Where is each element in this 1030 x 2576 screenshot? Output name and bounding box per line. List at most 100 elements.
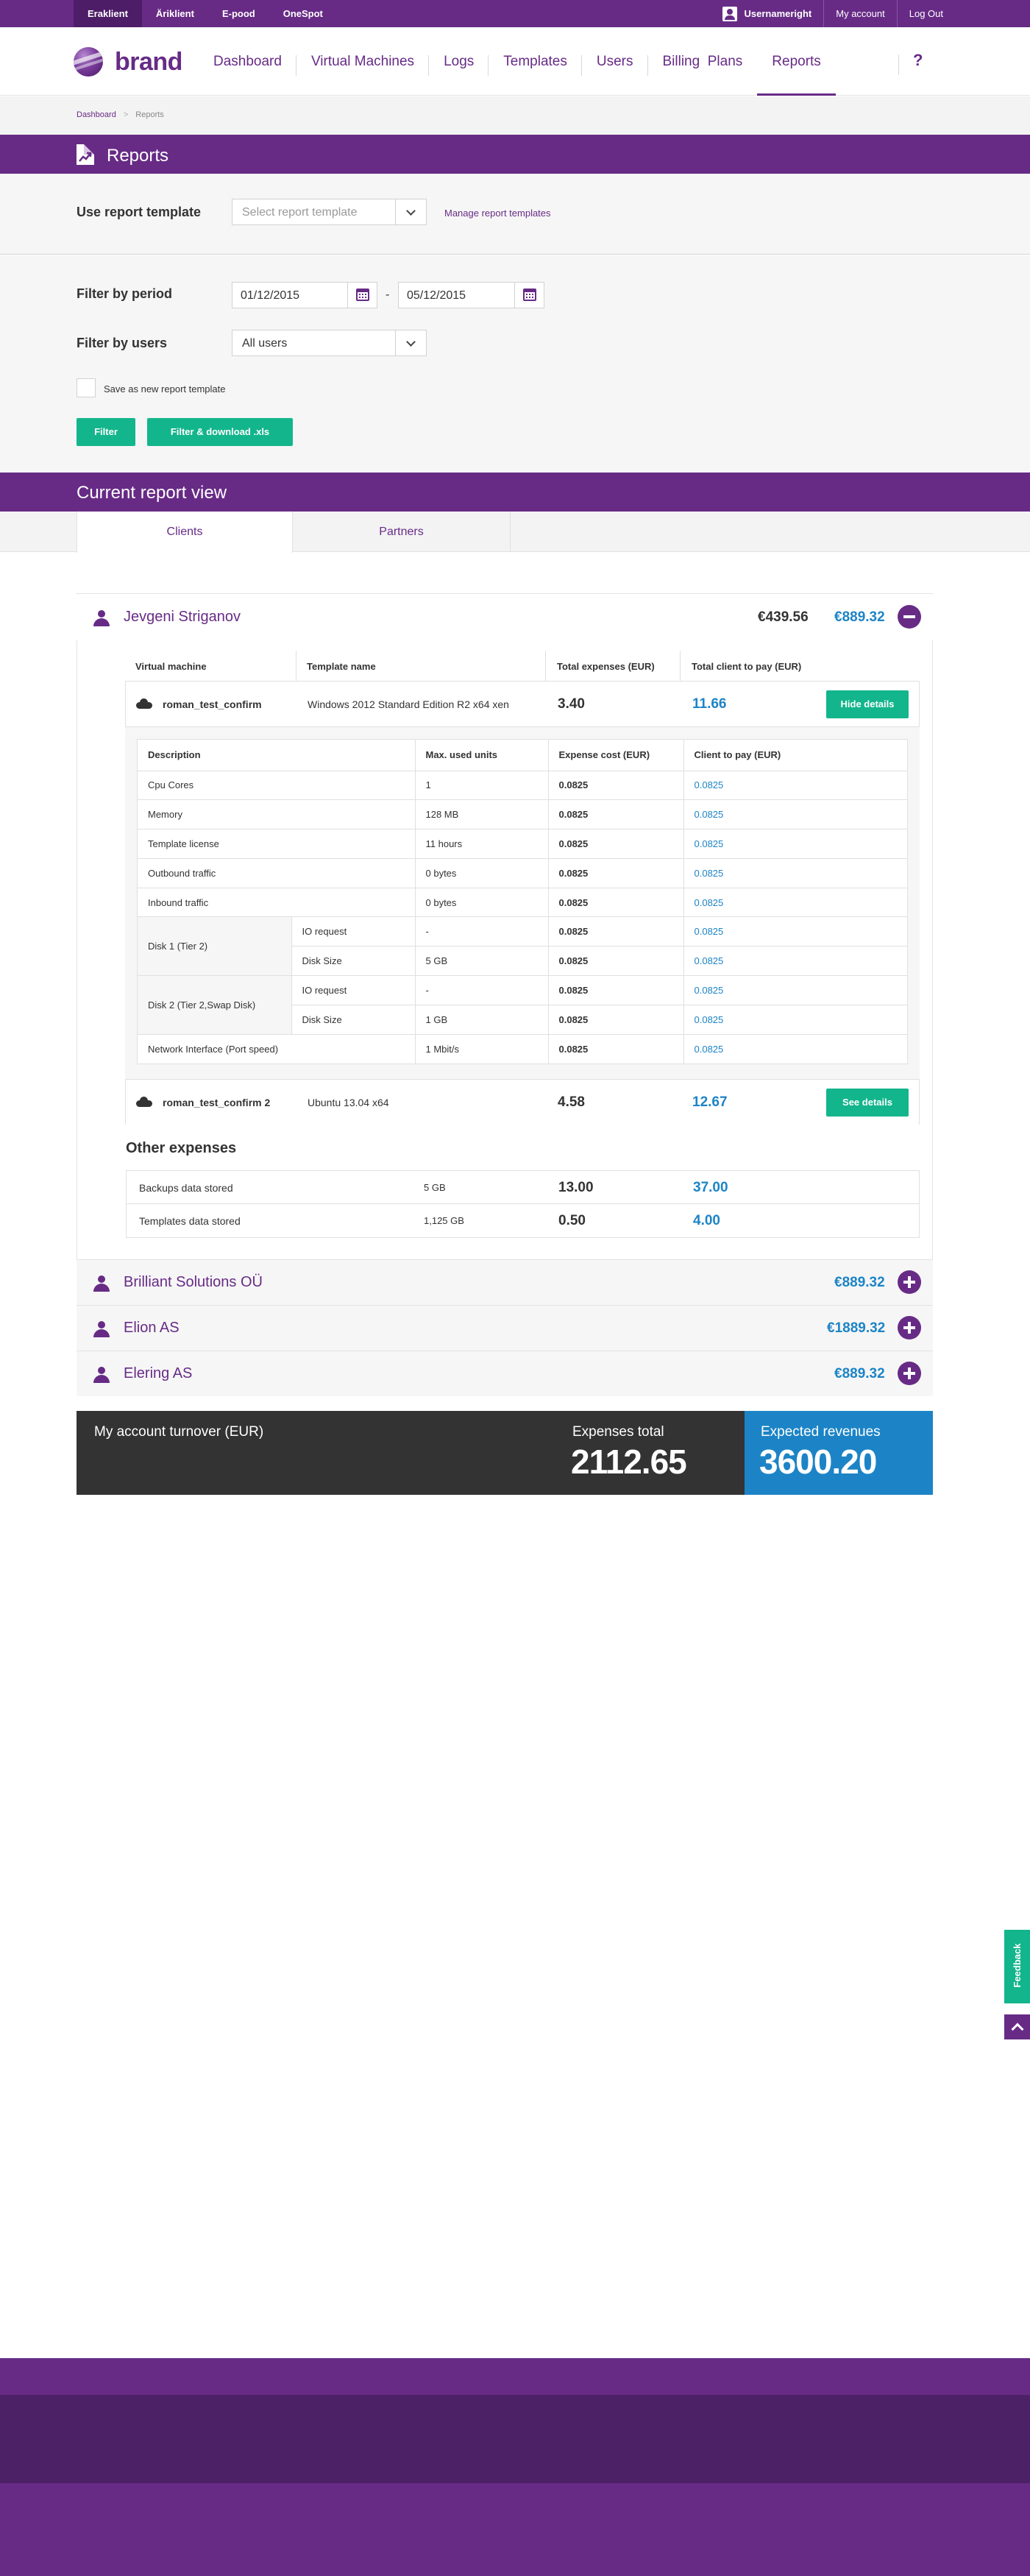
expense-amount: 13.00 — [558, 1180, 594, 1195]
nav-users[interactable]: Users — [582, 27, 648, 96]
detail-row: Disk 2 (Tier 2,Swap Disk) IO request - 0… — [138, 975, 907, 1035]
detail-cost: 0.0825 — [548, 829, 684, 859]
user-icon — [722, 6, 737, 21]
detail-pay: 0.0825 — [683, 888, 907, 918]
expand-plus-icon[interactable] — [898, 1316, 921, 1340]
tab-partners[interactable]: Partners — [293, 512, 511, 552]
help-button[interactable]: ? — [913, 51, 923, 70]
expected-revenues-label: Expected revenues — [761, 1424, 881, 1440]
nav-label: Virtual Machines — [310, 53, 415, 69]
expand-plus-icon[interactable] — [898, 1362, 921, 1385]
logout-link[interactable]: Log Out — [898, 0, 943, 27]
client-expenses: €439.56 — [758, 609, 809, 625]
vm-details-table: Description Max. used units Expense cost… — [137, 739, 908, 1064]
detail-desc: Template license — [138, 829, 416, 859]
tab-e-pood[interactable]: E-pood — [208, 0, 269, 27]
detail-pay: 0.0825 — [683, 1005, 907, 1035]
nav-label: Users — [596, 53, 633, 69]
expenses-total-label: Expenses total — [572, 1424, 664, 1440]
breadcrumb-dashboard[interactable]: Dashboard — [77, 110, 116, 119]
feedback-button[interactable]: Feedback — [1004, 1930, 1030, 2003]
other-expenses-table: Backups data stored 5 GB 13.00 37.00 Tem… — [126, 1170, 920, 1238]
brand-logo[interactable]: brand — [74, 47, 182, 77]
report-view-title: Current report view — [77, 483, 227, 503]
expense-desc: Backups data stored — [139, 1182, 233, 1194]
date-from-picker[interactable] — [347, 283, 377, 308]
cloud-icon — [136, 698, 152, 709]
users-select-value: All users — [242, 337, 288, 350]
disk1-label: Disk 1 (Tier 2) — [138, 916, 292, 977]
col-total-to-pay: Total client to pay (EUR) — [692, 661, 802, 672]
filter-button[interactable]: Filter — [77, 418, 135, 446]
date-to-picker[interactable] — [514, 283, 544, 308]
detail-row: Memory 128 MB 0.0825 0.0825 — [138, 799, 907, 830]
nav-label: Templates — [503, 53, 567, 69]
col-total-expenses: Total expenses (EUR) — [557, 661, 655, 672]
filter-download-button[interactable]: Filter & download .xls — [147, 418, 293, 446]
detail-desc: Memory — [138, 799, 416, 830]
main-nav: Dashboard Virtual Machines Logs Template… — [199, 27, 836, 96]
nav-reports[interactable]: Reports — [757, 27, 836, 96]
hide-details-button[interactable]: Hide details — [826, 690, 909, 718]
nav-templates[interactable]: Templates — [489, 27, 582, 96]
client-name[interactable]: Elering AS — [124, 1365, 192, 1382]
person-icon — [93, 1275, 110, 1292]
report-template-select[interactable]: Select report template — [232, 199, 427, 225]
client-row[interactable]: Elion AS €1889.32 — [77, 1305, 933, 1351]
detail-pay: 0.0825 — [683, 946, 907, 977]
tab-clients[interactable]: Clients — [77, 512, 293, 553]
detail-desc: Cpu Cores — [138, 771, 416, 801]
expense-desc: Templates data stored — [139, 1215, 241, 1227]
expense-to-pay: 37.00 — [693, 1180, 728, 1195]
see-details-button[interactable]: See details — [826, 1089, 909, 1117]
client-row[interactable]: Brilliant Solutions OÜ €889.32 — [77, 1259, 933, 1305]
expand-plus-icon[interactable] — [898, 1270, 921, 1294]
select-placeholder: Select report template — [242, 206, 358, 219]
nav-label: Dashboard — [213, 53, 282, 69]
nav-logs[interactable]: Logs — [429, 27, 489, 96]
person-icon — [93, 1321, 110, 1337]
tab-onespot[interactable]: OneSpot — [269, 0, 337, 27]
client-name[interactable]: Jevgeni Striganov — [124, 609, 241, 626]
save-template-label: Save as new report template — [104, 383, 226, 394]
nav-label: Logs — [444, 53, 475, 69]
logo-globe-icon — [74, 47, 103, 77]
template-label: Use report template — [77, 205, 202, 219]
nav-billing-plans[interactable]: Billing Plans — [648, 27, 758, 96]
date-to-field[interactable]: 05/12/2015 — [398, 282, 544, 308]
detail-desc: Network Interface (Port speed) — [138, 1034, 416, 1064]
col-client-to-pay: Client to pay (EUR) — [683, 740, 907, 771]
vm-name: roman_test_confirm — [163, 698, 262, 710]
nav-dashboard[interactable]: Dashboard — [199, 27, 296, 96]
client-name[interactable]: Brilliant Solutions OÜ — [124, 1274, 263, 1291]
other-expenses-title: Other expenses — [126, 1140, 237, 1156]
date-from-field[interactable]: 01/12/2015 — [232, 282, 377, 308]
person-icon — [93, 1367, 110, 1383]
detail-cost: 0.0825 — [548, 916, 684, 947]
col-expense-cost: Expense cost (EUR) — [548, 740, 684, 771]
collapse-minus-icon[interactable] — [898, 605, 921, 629]
tab-eraklient[interactable]: Eraklient — [74, 0, 142, 27]
manage-templates-link[interactable]: Manage report templates — [444, 208, 551, 219]
detail-units: 5 GB — [415, 946, 549, 977]
scroll-to-top-icon[interactable] — [1004, 2014, 1030, 2039]
breadcrumb-separator-icon: > — [123, 110, 129, 119]
users-select[interactable]: All users — [232, 330, 427, 356]
tab-ariklient[interactable]: Äriklient — [142, 0, 208, 27]
detail-pay: 0.0825 — [683, 799, 907, 830]
client-name[interactable]: Elion AS — [124, 1320, 180, 1337]
vm-to-pay: 12.67 — [692, 1094, 728, 1110]
detail-cost: 0.0825 — [548, 888, 684, 918]
vm-row: roman_test_confirm Windows 2012 Standard… — [126, 682, 919, 726]
nav-virtual-machines[interactable]: Virtual Machines — [296, 27, 430, 96]
client-row[interactable]: Elering AS €889.32 — [77, 1351, 933, 1396]
expenses-total-value: 2112.65 — [571, 1443, 687, 1481]
detail-row: Cpu Cores 1 0.0825 0.0825 — [138, 771, 907, 801]
other-expense-row: Templates data stored 1,125 GB 0.50 4.00 — [127, 1204, 919, 1237]
feedback-label: Feedback — [1012, 1943, 1023, 1988]
my-account-link[interactable]: My account — [824, 0, 898, 27]
client-row[interactable]: Jevgeni Striganov €439.56 €889.32 — [77, 595, 933, 640]
column-divider — [680, 651, 681, 682]
user-menu[interactable]: Usernameright — [722, 0, 825, 27]
save-template-checkbox[interactable] — [77, 378, 96, 397]
